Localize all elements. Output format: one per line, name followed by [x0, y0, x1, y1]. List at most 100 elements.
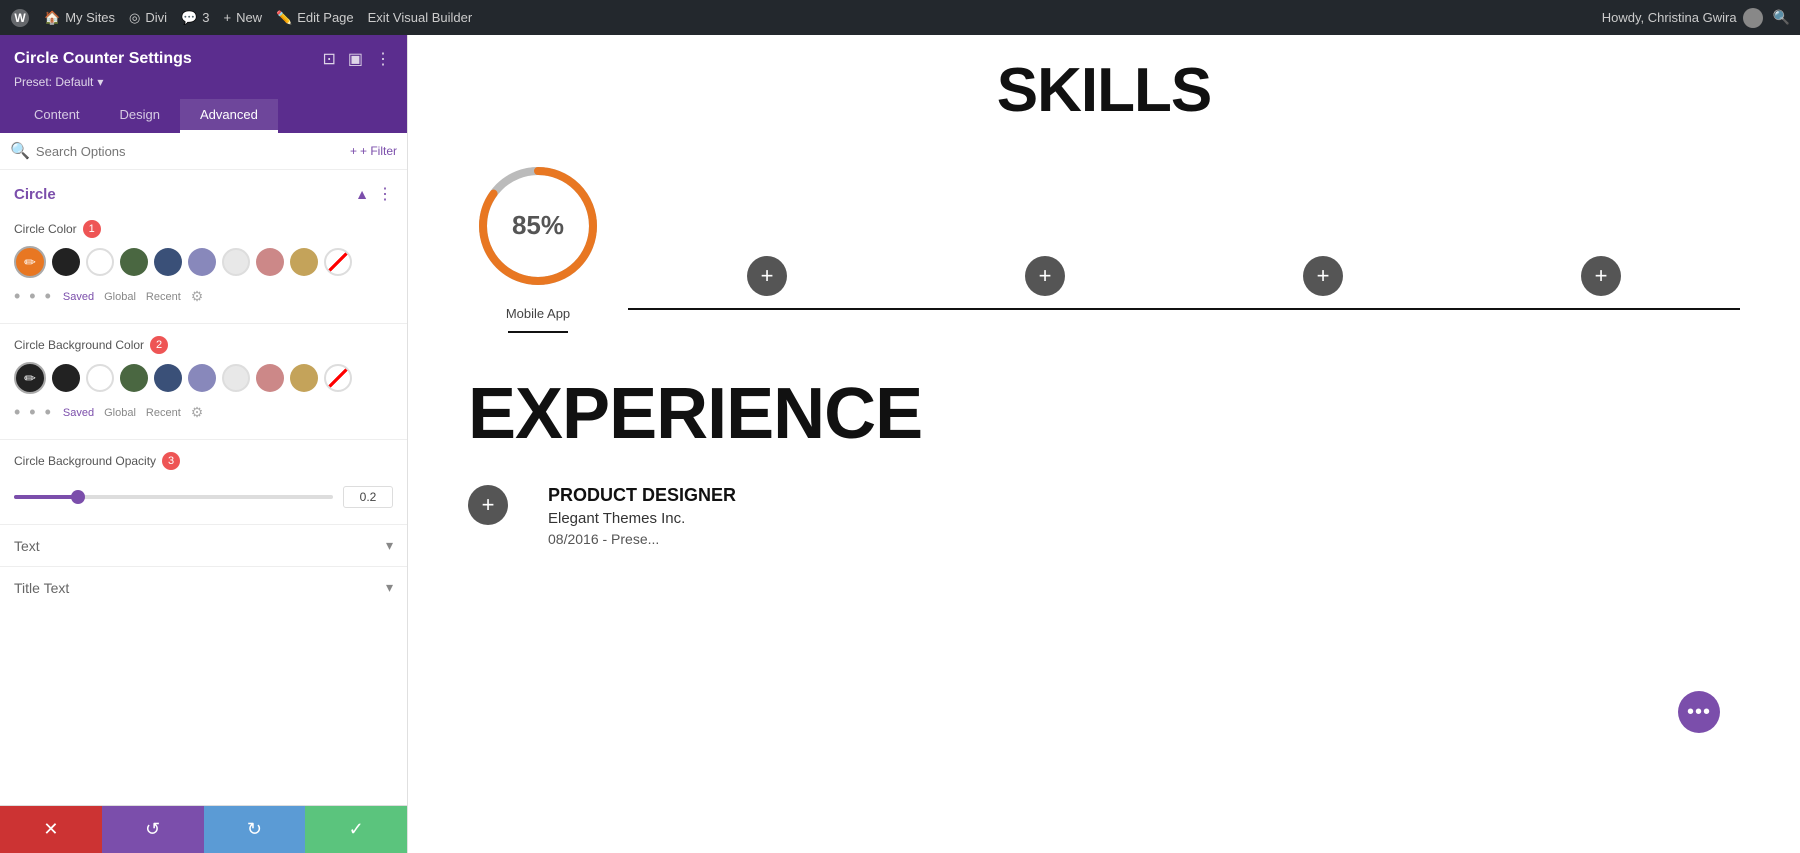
add-circle-button-4[interactable]: + — [1581, 256, 1621, 296]
more-options-button[interactable]: ⋮ — [373, 47, 393, 71]
swatch-white-2[interactable] — [86, 364, 114, 392]
slot-line-1 — [628, 308, 906, 310]
cancel-button[interactable]: ✕ — [0, 806, 102, 853]
more-dots-2[interactable]: • • • — [14, 402, 53, 423]
my-sites-link[interactable]: 🏠 My Sites — [44, 10, 115, 26]
saved-label-1[interactable]: Saved — [63, 291, 94, 303]
filter-icon: + — [350, 144, 357, 158]
swatch-none-1[interactable] — [324, 248, 352, 276]
panel-title: Circle Counter Settings — [14, 50, 192, 68]
preset-label[interactable]: Preset: Default — [14, 75, 93, 89]
tab-content[interactable]: Content — [14, 99, 100, 133]
skills-row: 85% Mobile App + + — [468, 156, 1740, 333]
text-section-title: Text — [14, 538, 40, 554]
preset-chevron: ▾ — [97, 75, 103, 89]
add-circle-button-2[interactable]: + — [1025, 256, 1065, 296]
main-layout: Circle Counter Settings ⊡ ▣ ⋮ Preset: De… — [0, 35, 1800, 853]
admin-bar-left: W 🏠 My Sites ◎ Divi 💬 3 + New ✏️ Edit Pa… — [10, 8, 1586, 28]
experience-area: EXPERIENCE + PRODUCT DESIGNER Elegant Th… — [468, 373, 1740, 547]
add-circle-button-1[interactable]: + — [747, 256, 787, 296]
add-slot-2: + — [906, 206, 1184, 310]
swatch-light-gray-1[interactable] — [222, 248, 250, 276]
experience-section: + PRODUCT DESIGNER Elegant Themes Inc. 0… — [468, 485, 1740, 547]
swatch-lavender-2[interactable] — [188, 364, 216, 392]
swatch-lavender-1[interactable] — [188, 248, 216, 276]
circle-underline — [508, 331, 568, 333]
exit-visual-builder-link[interactable]: Exit Visual Builder — [368, 10, 473, 25]
swatch-rose-2[interactable] — [256, 364, 284, 392]
undo-button[interactable]: ↺ — [102, 806, 204, 853]
add-circle-button-3[interactable]: + — [1303, 256, 1343, 296]
edit-page-link[interactable]: ✏️ Edit Page — [276, 10, 354, 26]
opacity-slider-row: 0.2 — [14, 478, 393, 516]
tab-design[interactable]: Design — [100, 99, 180, 133]
swatch-light-gray-2[interactable] — [222, 364, 250, 392]
opacity-slider-thumb[interactable] — [71, 490, 85, 504]
gear-icon-1[interactable]: ⚙ — [191, 288, 204, 305]
recent-label-1: Recent — [146, 291, 181, 303]
title-text-section-title: Title Text — [14, 580, 69, 596]
search-icon-panel: 🔍 — [10, 141, 30, 161]
gear-icon-2[interactable]: ⚙ — [191, 404, 204, 421]
add-slot-3: + — [1184, 206, 1462, 310]
avatar — [1743, 8, 1763, 28]
badge-3: 3 — [162, 452, 180, 470]
plus-icon: + — [223, 10, 231, 25]
job-date: 08/2016 - Prese... — [548, 531, 1740, 547]
recent-label-2: Recent — [146, 407, 181, 419]
swatch-white-1[interactable] — [86, 248, 114, 276]
floating-menu-button[interactable]: ••• — [1678, 691, 1720, 733]
slot-line-3 — [1184, 308, 1462, 310]
pencil-icon: ✏ — [24, 254, 36, 271]
chevron-up-icon: ▲ — [355, 186, 369, 202]
opacity-value-box[interactable]: 0.2 — [343, 486, 393, 508]
redo-button[interactable]: ↻ — [204, 806, 306, 853]
swatch-navy-1[interactable] — [154, 248, 182, 276]
add-buttons-area: + + + + — [628, 156, 1740, 310]
expand-button[interactable]: ▣ — [346, 47, 365, 71]
swatch-black-1[interactable] — [52, 248, 80, 276]
swatch-gold-2[interactable] — [290, 364, 318, 392]
swatch-none-2[interactable] — [324, 364, 352, 392]
admin-bar: W 🏠 My Sites ◎ Divi 💬 3 + New ✏️ Edit Pa… — [0, 0, 1800, 35]
minimize-button[interactable]: ⊡ — [320, 47, 337, 71]
saved-label-2[interactable]: Saved — [63, 407, 94, 419]
active-color-swatch-1[interactable]: ✏ — [14, 246, 46, 278]
swatch-dark-green-2[interactable] — [120, 364, 148, 392]
wp-logo-link[interactable]: W — [10, 8, 30, 28]
add-experience-button[interactable]: + — [468, 485, 508, 525]
confirm-button[interactable]: ✓ — [305, 806, 407, 853]
filter-button[interactable]: + + Filter — [350, 144, 397, 158]
circle-svg: 85% — [468, 156, 608, 296]
active-color-swatch-2[interactable]: ✏ — [14, 362, 46, 394]
text-section[interactable]: Text ▾ — [0, 524, 407, 566]
title-text-section[interactable]: Title Text ▾ — [0, 566, 407, 608]
more-dots-1[interactable]: • • • — [14, 286, 53, 307]
tabs-row: Content Design Advanced — [14, 99, 393, 133]
divi-link[interactable]: ◎ Divi — [129, 10, 167, 26]
circle-section-title: Circle — [14, 186, 56, 203]
divi-icon: ◎ — [129, 10, 140, 26]
pencil-icon-2: ✏ — [24, 370, 36, 387]
comments-link[interactable]: 💬 3 — [181, 10, 209, 26]
circle-section-header[interactable]: Circle ▲ ⋮ — [0, 170, 407, 212]
swatch-gold-1[interactable] — [290, 248, 318, 276]
circle-color-label: Circle Color 1 — [14, 220, 393, 238]
swatch-black-2[interactable] — [52, 364, 80, 392]
swatch-navy-2[interactable] — [154, 364, 182, 392]
new-link[interactable]: + New — [223, 10, 262, 25]
global-label-1: Global — [104, 291, 136, 303]
opacity-slider-track[interactable] — [14, 495, 333, 499]
circle-bg-color-label: Circle Background Color 2 — [14, 336, 393, 354]
search-row: 🔍 + + Filter — [0, 133, 407, 170]
search-input[interactable] — [36, 144, 350, 159]
chevron-down-icon-title: ▾ — [386, 579, 393, 596]
page-content: SKILLS 85% — [408, 35, 1800, 853]
circle-label: Mobile App — [506, 306, 570, 321]
tab-advanced[interactable]: Advanced — [180, 99, 278, 133]
swatch-dark-green-1[interactable] — [120, 248, 148, 276]
search-icon[interactable]: 🔍 — [1773, 9, 1790, 26]
swatch-rose-1[interactable] — [256, 248, 284, 276]
comment-icon: 💬 — [181, 10, 197, 26]
panel-title-row: Circle Counter Settings ⊡ ▣ ⋮ — [14, 47, 393, 71]
